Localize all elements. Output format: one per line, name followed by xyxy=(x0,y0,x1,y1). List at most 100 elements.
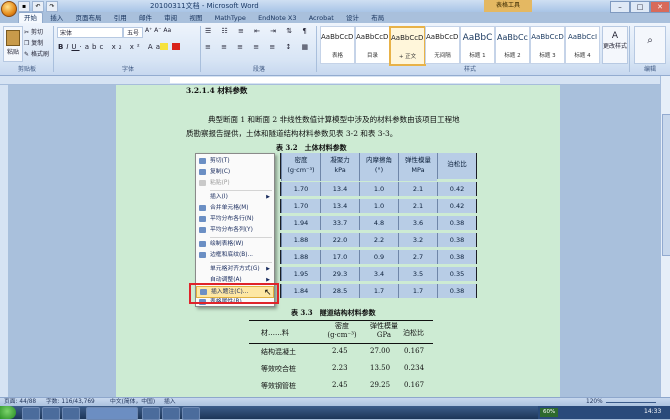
taskbar-app-icon[interactable] xyxy=(182,407,200,420)
table-cell[interactable]: 28.5 xyxy=(320,284,359,298)
undo-icon[interactable]: ↶ xyxy=(32,1,44,12)
table-row[interactable]: 1.94 33.7 4.8 3.6 0.38 xyxy=(280,216,477,230)
table-row[interactable]: 1.88 22.0 2.2 3.2 0.38 xyxy=(280,233,477,247)
table-cell[interactable]: 1.0 xyxy=(359,182,398,196)
table-header-cell[interactable]: 泊松比 xyxy=(437,153,476,179)
office-button[interactable] xyxy=(1,1,17,17)
taskbar-app-icon[interactable] xyxy=(42,407,60,420)
table-cell[interactable]: 2.7 xyxy=(398,250,437,264)
table-header-cell[interactable]: 弹性模量 MPa xyxy=(398,153,437,181)
taskbar-app-icon[interactable] xyxy=(62,407,80,420)
table-cell[interactable]: 0.42 xyxy=(437,199,476,213)
table-row[interactable]: 1.88 17.0 0.9 2.7 0.38 xyxy=(280,250,477,264)
table-cell[interactable]: 1.88 xyxy=(281,250,320,264)
minimize-button[interactable]: – xyxy=(610,1,630,13)
table-cell[interactable]: 3.2 xyxy=(398,233,437,247)
style-heading-1[interactable]: AaBbC 标题 1 xyxy=(460,26,495,64)
font-format-buttons[interactable]: BIU·abc x₂ x² Aa xyxy=(58,43,163,51)
menu-item-insert[interactable]: 插入(I) ▶ xyxy=(196,192,274,202)
taskbar-app-icon[interactable] xyxy=(162,407,180,420)
taskbar-word-button[interactable] xyxy=(86,407,138,420)
menu-item-borders[interactable]: 边框和底纹(B)... xyxy=(196,250,274,260)
menu-item-cell-alignment[interactable]: 单元格对齐方式(G) ▶ xyxy=(196,264,274,274)
document-page[interactable]: 3.2.1.4 材料参数 典型断面 1 和断面 2 非线性数值计算模型中涉及的材… xyxy=(116,85,560,397)
horizontal-ruler[interactable] xyxy=(0,76,670,85)
tray-indicator[interactable]: 60% xyxy=(540,408,559,417)
menu-item-draw-table[interactable]: 绘制表格(W) xyxy=(196,239,274,249)
table-cell[interactable]: 4.8 xyxy=(359,216,398,230)
font-size-dropdown[interactable]: 五号 xyxy=(123,27,143,38)
vertical-ruler[interactable] xyxy=(0,85,8,397)
redo-icon[interactable]: ↷ xyxy=(46,1,58,12)
taskbar-app-icon[interactable] xyxy=(142,407,160,420)
table-cell[interactable]: 1.70 xyxy=(281,199,320,213)
table-cell[interactable]: 0.38 xyxy=(437,284,476,298)
table-header-cell[interactable]: 内摩擦角 (°) xyxy=(359,153,398,181)
menu-item-cut[interactable]: 剪切(T) xyxy=(196,156,274,166)
highlight-color-icon[interactable] xyxy=(160,43,168,50)
cut-button[interactable]: ✂ 剪切 xyxy=(24,27,43,36)
table-cell[interactable]: 0.38 xyxy=(437,233,476,247)
table-row[interactable]: 1.70 13.4 1.0 2.1 0.42 xyxy=(280,199,477,213)
table-cell[interactable]: 1.95 xyxy=(281,267,320,281)
list-buttons[interactable]: ☰ ☷ ≡ ⇤ ⇥ ⇅ ¶ xyxy=(205,27,311,35)
table-cell[interactable]: 13.4 xyxy=(320,199,359,213)
table-cell[interactable]: 1.88 xyxy=(281,233,320,247)
maximize-button[interactable]: □ xyxy=(630,1,650,13)
taskbar-app-icon[interactable] xyxy=(22,407,40,420)
paste-button[interactable]: 粘贴 xyxy=(3,26,23,62)
vertical-scrollbar[interactable] xyxy=(660,76,670,397)
table-cell[interactable]: 3.6 xyxy=(398,216,437,230)
find-replace-button[interactable]: ⌕ xyxy=(634,26,666,64)
table-cell[interactable]: 0.38 xyxy=(437,250,476,264)
table-cell[interactable]: 17.0 xyxy=(320,250,359,264)
menu-item-distribute-rows[interactable]: 平均分布各行(N) xyxy=(196,214,274,224)
copy-button[interactable]: ❐ 复制 xyxy=(24,38,43,47)
style-biaoge[interactable]: AaBbCcDi 表格 xyxy=(320,26,355,64)
format-painter-button[interactable]: ✎ 格式刷 xyxy=(24,49,49,58)
table-cell[interactable]: 0.38 xyxy=(437,216,476,230)
table-cell[interactable]: 2.2 xyxy=(359,233,398,247)
clock[interactable]: 14:33 xyxy=(644,408,661,415)
table-cell[interactable]: 1.84 xyxy=(281,284,320,298)
close-button[interactable]: ✕ xyxy=(650,1,670,13)
table-cell[interactable]: 1.0 xyxy=(359,199,398,213)
table-cell[interactable]: 33.7 xyxy=(320,216,359,230)
table-cell[interactable]: 3.5 xyxy=(398,267,437,281)
style-mulu[interactable]: AaBbCcDi 目录 xyxy=(355,26,390,64)
menu-item-merge-cells[interactable]: 合并单元格(M) xyxy=(196,203,274,213)
table-cell[interactable]: 0.35 xyxy=(437,267,476,281)
start-button[interactable] xyxy=(0,406,16,419)
font-name-dropdown[interactable]: 宋体 xyxy=(57,27,123,38)
menu-item-copy[interactable]: 复制(C) xyxy=(196,167,274,177)
style-heading-4[interactable]: AaBbCcI 标题 4 xyxy=(565,26,600,64)
table-row[interactable]: 1.84 28.5 1.7 1.7 0.38 xyxy=(280,284,477,298)
table-row[interactable]: 1.70 13.4 1.0 2.1 0.42 xyxy=(280,182,477,196)
table-cell[interactable]: 29.3 xyxy=(320,267,359,281)
table-cell[interactable]: 13.4 xyxy=(320,182,359,196)
grow-font-icon[interactable]: A⁺ A⁻ Aa xyxy=(145,27,171,34)
save-icon[interactable]: ▪ xyxy=(18,1,30,12)
table1-header-row[interactable]: 密度 (g·cm⁻³) 凝聚力 kPa 内摩擦角 (°) 弹性模量 MPa 泊松比 xyxy=(280,153,477,181)
table-cell[interactable]: 1.94 xyxy=(281,216,320,230)
font-color-icon[interactable] xyxy=(172,43,180,50)
alignment-buttons[interactable]: ≡ ≡ ≡ ≡ ≡ ↕ ▦ xyxy=(205,43,312,51)
table-cell[interactable]: 3.4 xyxy=(359,267,398,281)
style-heading-3[interactable]: AaBbCcD 标题 3 xyxy=(530,26,565,64)
table-cell[interactable]: 0.42 xyxy=(437,182,476,196)
table-row[interactable]: 1.95 29.3 3.4 3.5 0.35 xyxy=(280,267,477,281)
table-header-cell[interactable]: 密度 (g·cm⁻³) xyxy=(281,153,320,181)
zoom-slider[interactable] xyxy=(606,402,656,403)
style-no-spacing[interactable]: AaBbCcDi 无间隔 xyxy=(425,26,460,64)
change-styles-button[interactable]: A 更改样式 xyxy=(602,26,628,64)
style-heading-2[interactable]: AaBbCc 标题 2 xyxy=(495,26,530,64)
table-cell[interactable]: 1.7 xyxy=(398,284,437,298)
style-normal[interactable]: AaBbCcDi + 正文 xyxy=(389,26,426,66)
menu-item-distribute-columns[interactable]: 平均分布各列(Y) xyxy=(196,225,274,235)
table-header-cell[interactable]: 凝聚力 kPa xyxy=(320,153,359,181)
table-cell[interactable]: 2.1 xyxy=(398,199,437,213)
table-cell[interactable]: 1.7 xyxy=(359,284,398,298)
table-cell[interactable]: 0.9 xyxy=(359,250,398,264)
document-area[interactable]: 3.2.1.4 材料参数 典型断面 1 和断面 2 非线性数值计算模型中涉及的材… xyxy=(8,85,660,397)
table-cell[interactable]: 1.70 xyxy=(281,182,320,196)
